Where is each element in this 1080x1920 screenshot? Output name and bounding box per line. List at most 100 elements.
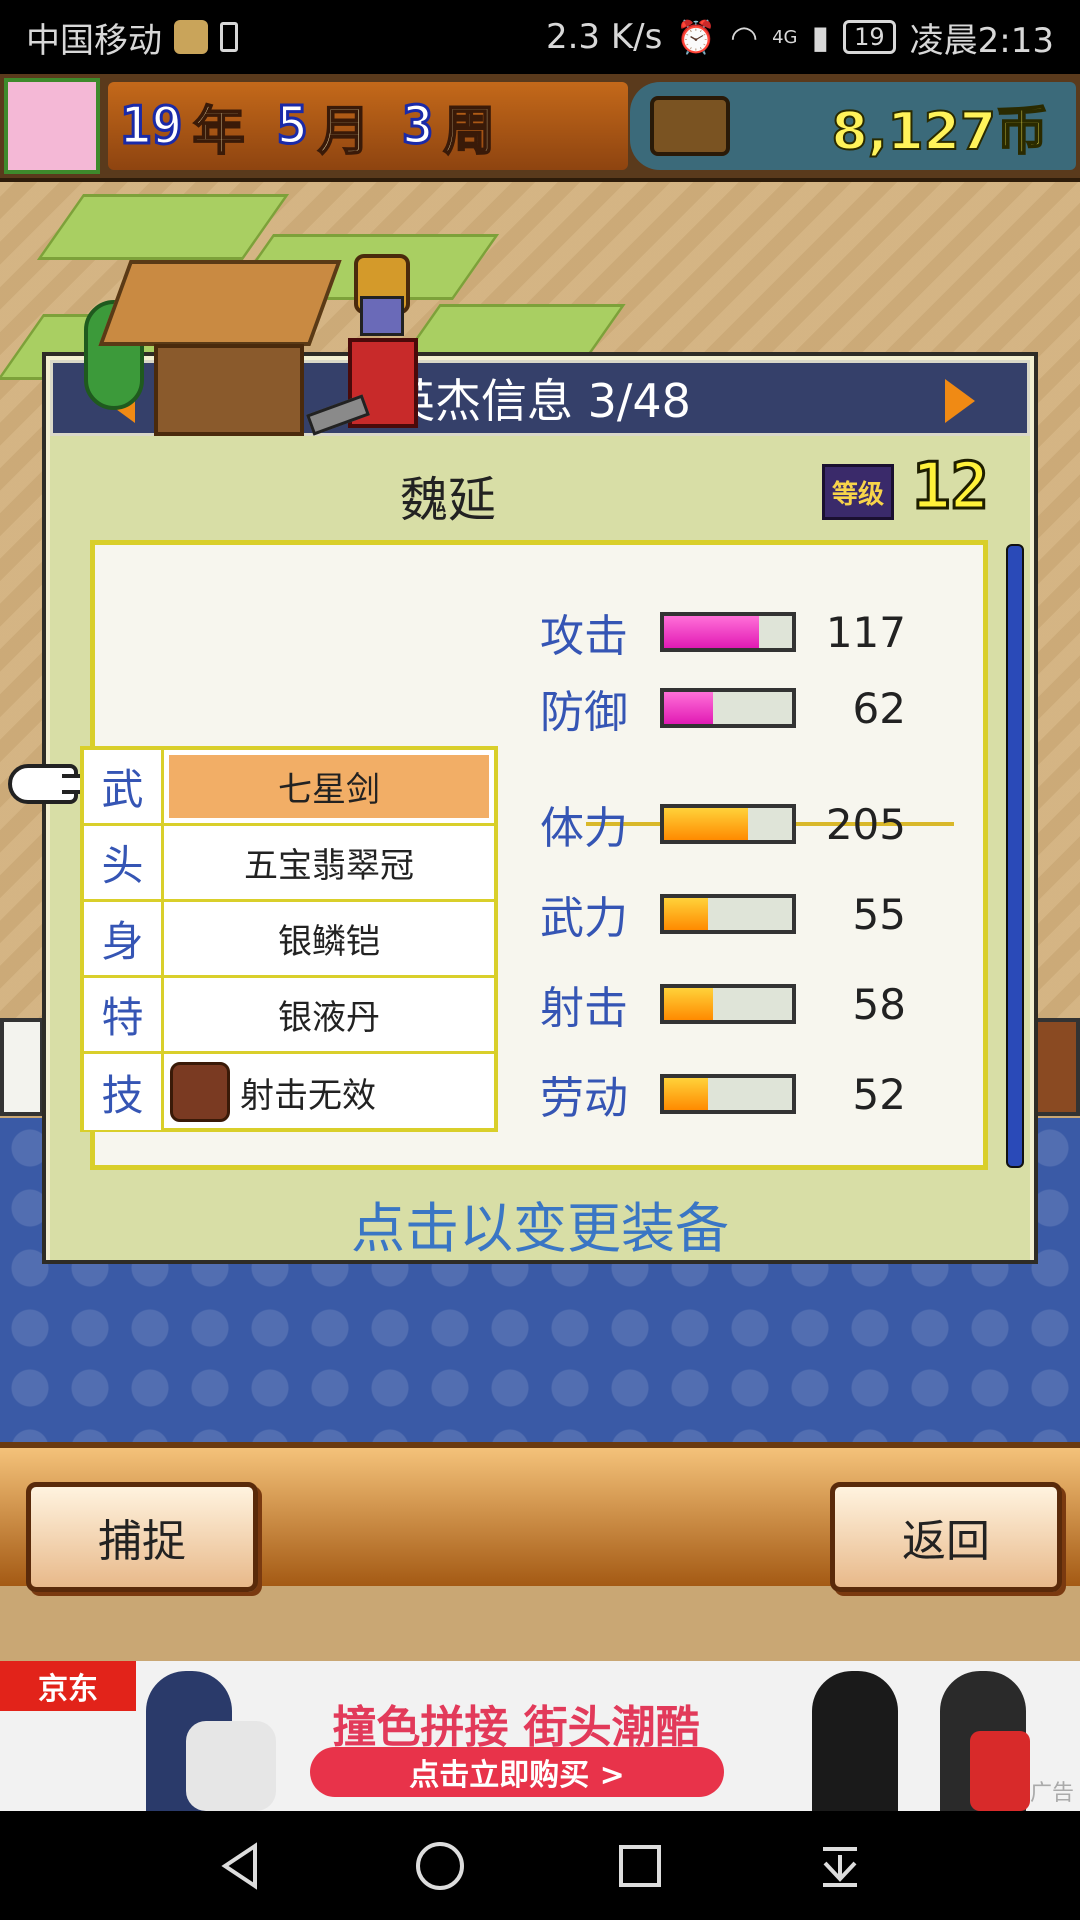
equip-row-head[interactable]: 头 五宝翡翠冠 <box>84 826 494 902</box>
clock: 凌晨2:13 <box>909 20 1054 61</box>
stat-value: 52 <box>852 1069 906 1119</box>
stat-value: 117 <box>825 607 906 657</box>
player-portrait[interactable] <box>4 78 100 174</box>
house-roof <box>98 260 342 346</box>
stat-label: 攻击 <box>540 611 628 662</box>
dialog-title: 英杰信息 3/48 <box>389 374 691 428</box>
bottom-action-bar: 捕捉 返回 <box>0 1442 1080 1592</box>
money-display: 8,127币 <box>630 82 1076 170</box>
equip-row-special[interactable]: 特 银液丹 <box>84 978 494 1054</box>
house-wall <box>154 344 304 436</box>
slot-item: 射击无效 <box>164 1054 494 1130</box>
slot-item: 五宝翡翠冠 <box>244 846 414 886</box>
stat-bar <box>660 984 796 1024</box>
month-number: 5 <box>275 95 309 158</box>
capture-button[interactable]: 捕捉 <box>26 1482 258 1592</box>
stat-label: 劳动 <box>540 1073 628 1124</box>
network-speed: 2.3 K/s <box>545 17 663 57</box>
stat-value: 55 <box>852 889 906 939</box>
skill-icon <box>170 1062 230 1122</box>
left-edge-panel <box>0 1018 44 1116</box>
pointing-hand-icon <box>8 764 100 804</box>
next-arrow-icon[interactable] <box>945 379 975 423</box>
stat-label: 防御 <box>540 687 628 738</box>
ad-model-image <box>970 1731 1030 1811</box>
ad-banner[interactable]: 京东 撞色拼接 街头潮酷 点击立即购买 > 广告 <box>0 1661 1080 1811</box>
stat-value: 58 <box>852 979 906 1029</box>
house-sprite <box>84 260 342 438</box>
stat-value: 62 <box>852 683 906 733</box>
wifi-icon: ◠ <box>730 18 759 56</box>
stat-label: 射击 <box>540 983 628 1034</box>
stat-bar <box>660 688 796 728</box>
alarm-icon: ⏰ <box>676 18 717 56</box>
ad-tag: 广告 <box>1029 1781 1074 1806</box>
slot-label: 头 <box>84 826 164 899</box>
back-nav-icon[interactable] <box>210 1836 270 1896</box>
stat-bar <box>660 894 796 934</box>
stat-labor: 劳动 52 <box>540 1064 960 1125</box>
system-nav-bar <box>0 1811 1080 1920</box>
treasure-chest-icon <box>650 96 730 156</box>
stat-bar <box>660 1074 796 1114</box>
ad-cta-button[interactable]: 点击立即购买 > <box>310 1747 724 1797</box>
status-bar: 中国移动 2.3 K/s ⏰ ◠ 4G ▮ 19 凌晨2:13 <box>0 0 1080 74</box>
slot-item: 银液丹 <box>278 998 380 1038</box>
stat-shooting: 射击 58 <box>540 974 960 1035</box>
equipment-table: 武 七星剑 头 五宝翡翠冠 身 银鳞铠 特 银液丹 技 射击无效 <box>80 746 498 1132</box>
date-display: 19 年 5 月 3 周 <box>108 82 628 170</box>
level-value: 12 <box>910 449 990 526</box>
week-number: 3 <box>400 95 434 158</box>
stat-bar-fill <box>664 692 713 724</box>
stat-label: 武力 <box>540 893 628 944</box>
hero-name: 魏延 <box>400 472 497 528</box>
stat-bar <box>660 612 796 652</box>
carrier-label: 中国移动 <box>26 20 162 61</box>
slot-item: 七星剑 <box>164 750 494 823</box>
week-unit: 周 <box>442 101 496 163</box>
signal-icon: ▮ <box>811 18 830 56</box>
grass-tile <box>36 194 290 260</box>
slot-label: 武 <box>84 750 164 823</box>
stat-value: 205 <box>825 799 906 849</box>
year-number: 19 <box>119 95 185 158</box>
money-amount: 8,127币 <box>831 101 1049 163</box>
stat-attack: 攻击 117 <box>540 602 960 663</box>
scrollbar[interactable] <box>1006 544 1024 1168</box>
month-unit: 月 <box>317 101 371 163</box>
home-nav-icon[interactable] <box>410 1836 470 1896</box>
equip-row-weapon[interactable]: 武 七星剑 <box>84 750 494 826</box>
app-notification-icon <box>174 20 208 54</box>
ad-headline: 撞色拼接 街头潮酷 <box>332 1702 700 1753</box>
slot-label: 技 <box>84 1054 164 1130</box>
stat-bar-fill <box>664 898 708 930</box>
game-screen: 19 年 5 月 3 周 8,127币 英杰信息 3/48 魏延 等级 12 武… <box>0 74 1080 1661</box>
hero-face <box>360 296 404 336</box>
notification-pulldown-icon[interactable] <box>810 1836 870 1896</box>
stat-bar-fill <box>664 988 713 1020</box>
stat-stamina: 体力 205 <box>540 794 960 855</box>
recents-nav-icon[interactable] <box>610 1836 670 1896</box>
stat-defense: 防御 62 <box>540 678 960 739</box>
slot-label: 特 <box>84 978 164 1051</box>
stat-label: 体力 <box>540 803 628 854</box>
battery-icon: 19 <box>843 20 896 54</box>
back-button[interactable]: 返回 <box>830 1482 1062 1592</box>
stat-bar-fill <box>664 1078 708 1110</box>
network-type: 4G <box>772 26 798 48</box>
slot-label: 身 <box>84 902 164 975</box>
change-equipment-hint[interactable]: 点击以变更装备 <box>0 1184 1080 1263</box>
equip-row-skill[interactable]: 技 射击无效 <box>84 1054 494 1130</box>
level-badge: 等级 <box>822 464 894 520</box>
top-hud: 19 年 5 月 3 周 8,127币 <box>0 74 1080 182</box>
slot-item: 银鳞铠 <box>278 922 380 962</box>
year-unit: 年 <box>192 101 246 163</box>
ad-brand-logo: 京东 <box>0 1661 136 1711</box>
stat-bar-fill <box>664 616 759 648</box>
stat-bar <box>660 804 796 844</box>
stat-strength: 武力 55 <box>540 884 960 945</box>
ad-model-image <box>186 1721 276 1811</box>
battery-alert-icon <box>220 22 238 52</box>
equip-row-body[interactable]: 身 银鳞铠 <box>84 902 494 978</box>
ad-model-image <box>812 1671 898 1811</box>
